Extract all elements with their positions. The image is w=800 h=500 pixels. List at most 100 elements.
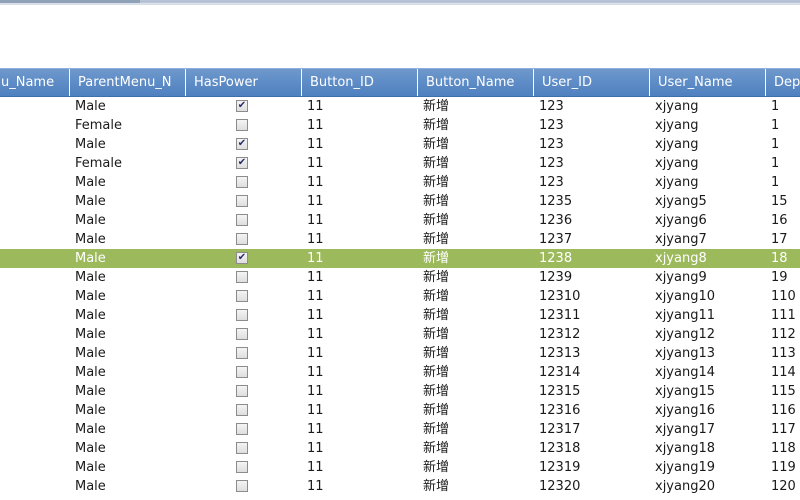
table-row[interactable]: Male 11 新增 12311 xjyang11 111 — [0, 306, 800, 325]
cell-button-id: 11 — [307, 365, 324, 380]
has-power-checkbox[interactable] — [236, 423, 248, 435]
table-row[interactable]: Male 11 新增 12315 xjyang15 115 — [0, 382, 800, 401]
column-header-user-id[interactable]: User_ID — [534, 69, 650, 96]
column-header-menu-name[interactable]: u_Name — [0, 69, 70, 96]
cell-dept: 1 — [771, 156, 780, 171]
table-row[interactable]: Male 11 新增 12312 xjyang12 112 — [0, 325, 800, 344]
table-row[interactable]: Male 11 新增 1235 xjyang5 15 — [0, 192, 800, 211]
has-power-cell — [186, 211, 302, 230]
column-header-has-power[interactable]: HasPower — [186, 69, 302, 96]
has-power-cell — [186, 344, 302, 363]
cell-button-name: 新增 — [423, 213, 450, 228]
column-header-dept[interactable]: Dep — [766, 69, 800, 96]
cell-button-id: 11 — [307, 251, 324, 266]
table-row[interactable]: Male 11 新增 1239 xjyang9 19 — [0, 268, 800, 287]
has-power-checkbox[interactable] — [236, 271, 248, 283]
cell-user-name: xjyang — [655, 156, 699, 171]
cell-dept: 111 — [771, 308, 796, 323]
cell-user-name: xjyang15 — [655, 384, 715, 399]
cell-parent-menu: Male — [75, 384, 106, 399]
cell-user-name: xjyang8 — [655, 251, 707, 266]
data-grid: u_Name ParentMenu_N HasPower Button_ID Butto… — [0, 68, 800, 496]
has-power-checkbox[interactable] — [236, 404, 248, 416]
cell-button-id: 11 — [307, 479, 324, 494]
has-power-checkbox[interactable] — [236, 176, 248, 188]
cell-button-name: 新增 — [423, 346, 450, 361]
has-power-checkbox[interactable] — [236, 214, 248, 226]
table-row[interactable]: Male 11 新增 12313 xjyang13 113 — [0, 344, 800, 363]
column-header-button-id[interactable]: Button_ID — [302, 69, 418, 96]
has-power-checkbox[interactable] — [236, 290, 248, 302]
table-row[interactable]: Male 11 新增 123 xjyang 1 — [0, 97, 800, 116]
table-row[interactable]: Female 11 新增 123 xjyang 1 — [0, 116, 800, 135]
table-row[interactable]: Female 11 新增 123 xjyang 1 — [0, 154, 800, 173]
cell-button-id: 11 — [307, 118, 324, 133]
cell-button-name: 新增 — [423, 156, 450, 171]
cell-user-id: 12317 — [539, 422, 581, 437]
cell-button-id: 11 — [307, 137, 324, 152]
cell-user-id: 12311 — [539, 308, 581, 323]
table-row[interactable]: Male 11 新增 12318 xjyang18 118 — [0, 439, 800, 458]
has-power-checkbox[interactable] — [236, 480, 248, 492]
has-power-cell — [186, 439, 302, 458]
cell-user-name: xjyang10 — [655, 289, 715, 304]
cell-button-name: 新增 — [423, 422, 450, 437]
has-power-checkbox-checked[interactable] — [236, 100, 248, 112]
table-row[interactable]: Male 11 新增 12314 xjyang14 114 — [0, 363, 800, 382]
cell-dept: 116 — [771, 403, 796, 418]
table-row[interactable]: Male 11 新增 12310 xjyang10 110 — [0, 287, 800, 306]
table-row[interactable]: Male 11 新增 12319 xjyang19 119 — [0, 458, 800, 477]
app-window: u_Name ParentMenu_N HasPower Button_ID Butto… — [0, 0, 800, 500]
table-row[interactable]: Male 11 新增 12320 xjyang20 120 — [0, 477, 800, 496]
cell-dept: 19 — [771, 270, 788, 285]
cell-button-id: 11 — [307, 346, 324, 361]
cell-parent-menu: Male — [75, 403, 106, 418]
has-power-checkbox[interactable] — [236, 347, 248, 359]
has-power-checkbox[interactable] — [236, 442, 248, 454]
cell-user-id: 1236 — [539, 213, 573, 228]
has-power-cell — [186, 154, 302, 173]
table-row[interactable]: Male 11 新增 1236 xjyang6 16 — [0, 211, 800, 230]
has-power-checkbox-checked[interactable] — [236, 157, 248, 169]
has-power-checkbox[interactable] — [236, 366, 248, 378]
cell-parent-menu: Male — [75, 422, 106, 437]
cell-dept: 113 — [771, 346, 796, 361]
column-header-user-name[interactable]: User_Name — [650, 69, 766, 96]
table-row[interactable]: Male 11 新增 12316 xjyang16 116 — [0, 401, 800, 420]
has-power-cell — [186, 192, 302, 211]
cell-button-id: 11 — [307, 403, 324, 418]
cell-dept: 118 — [771, 441, 796, 456]
table-row-selected[interactable]: Male 11 新增 1238 xjyang8 18 — [0, 249, 800, 268]
has-power-checkbox-checked[interactable] — [236, 252, 248, 264]
table-row[interactable]: Male 11 新增 1237 xjyang7 17 — [0, 230, 800, 249]
column-header-parent-menu[interactable]: ParentMenu_N — [70, 69, 186, 96]
has-power-checkbox[interactable] — [236, 119, 248, 131]
cell-button-name: 新增 — [423, 479, 450, 494]
cell-user-name: xjyang — [655, 99, 699, 114]
has-power-checkbox-checked[interactable] — [236, 138, 248, 150]
has-power-checkbox[interactable] — [236, 195, 248, 207]
cell-parent-menu: Male — [75, 213, 106, 228]
column-header-button-name[interactable]: Button_Name — [418, 69, 534, 96]
table-row[interactable]: Male 11 新增 123 xjyang 1 — [0, 135, 800, 154]
cell-parent-menu: Male — [75, 289, 106, 304]
cell-user-id: 1235 — [539, 194, 573, 209]
cell-dept: 1 — [771, 137, 780, 152]
has-power-checkbox[interactable] — [236, 328, 248, 340]
cell-button-name: 新增 — [423, 308, 450, 323]
cell-button-id: 11 — [307, 441, 324, 456]
has-power-checkbox[interactable] — [236, 309, 248, 321]
cell-dept: 110 — [771, 289, 796, 304]
cell-user-id: 12319 — [539, 460, 581, 475]
has-power-checkbox[interactable] — [236, 233, 248, 245]
has-power-checkbox[interactable] — [236, 385, 248, 397]
cell-button-name: 新增 — [423, 118, 450, 133]
cell-parent-menu: Male — [75, 460, 106, 475]
has-power-cell — [186, 97, 302, 116]
has-power-cell — [186, 268, 302, 287]
has-power-checkbox[interactable] — [236, 461, 248, 473]
has-power-cell — [186, 249, 302, 268]
table-row[interactable]: Male 11 新增 12317 xjyang17 117 — [0, 420, 800, 439]
has-power-cell — [186, 306, 302, 325]
table-row[interactable]: Male 11 新增 123 xjyang 1 — [0, 173, 800, 192]
